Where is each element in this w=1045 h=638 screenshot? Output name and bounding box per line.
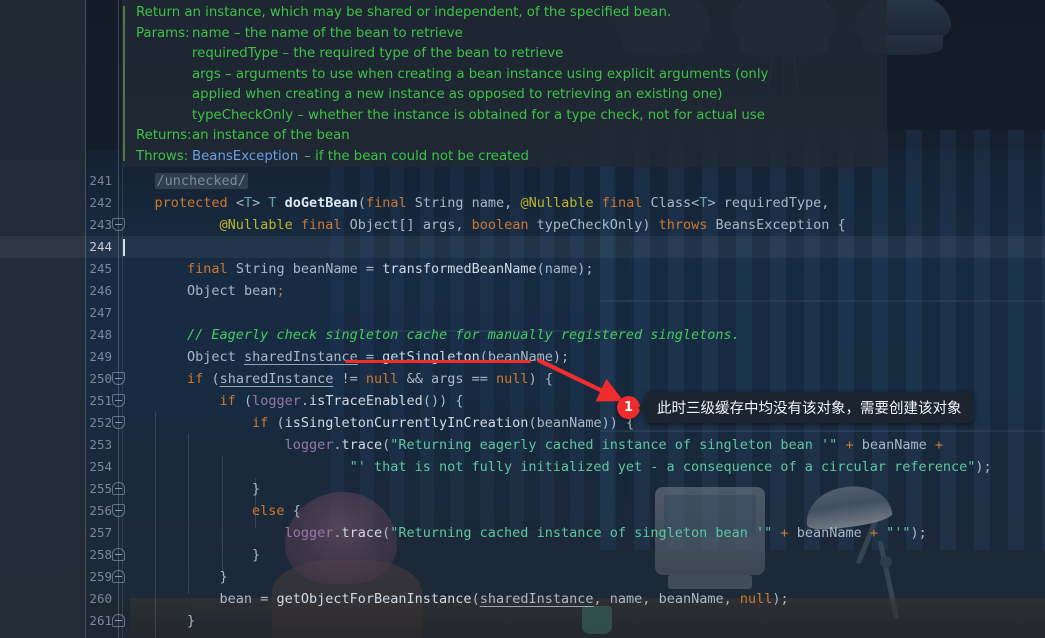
code-line[interactable]: 258 } — [0, 544, 1045, 566]
code-line-text: if (sharedInstance != null && args == nu… — [187, 371, 553, 387]
code-line-text: @Nullable final Object[] args, boolean t… — [219, 217, 846, 233]
code-line[interactable]: 259 } — [0, 566, 1045, 588]
line-number: 254 — [89, 459, 112, 474]
line-number: 260 — [89, 591, 112, 606]
line-number: 246 — [89, 283, 112, 298]
line-number: 244 — [89, 239, 112, 254]
line-number: 259 — [89, 569, 112, 584]
javadoc-tooltip: Return an instance, which may be shared … — [122, 0, 887, 167]
javadoc-params-row: args – arguments to use when creating a … — [136, 65, 881, 86]
code-line-text: final String beanName = transformedBeanN… — [187, 261, 594, 277]
code-line-text: } — [252, 547, 261, 563]
line-number: 253 — [89, 437, 112, 452]
line-number: 247 — [89, 305, 112, 320]
screenshot-root: 241 /unchecked/242 protected <T> T doGet… — [0, 0, 1045, 638]
code-line-text: } — [187, 613, 196, 629]
javadoc-params-row: requiredType – the required type of the … — [136, 44, 881, 65]
javadoc-throws-type: BeansException — [192, 148, 299, 164]
code-line[interactable]: 241 /unchecked/ — [0, 170, 1045, 192]
line-number: 249 — [89, 349, 112, 364]
line-number: 256 — [89, 503, 112, 518]
annotation-callout: 此时三级缓存中均没有该对象，需要创建该对象 — [638, 392, 974, 423]
annotation-underline — [345, 360, 531, 363]
code-line-text: } — [219, 569, 228, 585]
code-line-text: else { — [252, 503, 301, 519]
code-line[interactable]: 242 protected <T> T doGetBean(final Stri… — [0, 192, 1045, 214]
code-line-text: logger.trace("Returning eagerly cached i… — [284, 437, 944, 453]
javadoc-param-1: requiredType – the required type of the … — [192, 46, 564, 61]
line-number: 245 — [89, 261, 112, 276]
line-number: 243 — [89, 217, 112, 232]
javadoc-returns-text: an instance of the bean — [192, 128, 350, 143]
code-line-text: Object bean; — [187, 283, 285, 299]
line-number: 255 — [89, 481, 112, 496]
javadoc-throws-row: Throws: BeansException – if the bean could… — [136, 147, 881, 168]
line-number: 257 — [89, 525, 112, 540]
line-number: 242 — [89, 195, 112, 210]
code-line-text: } — [252, 481, 261, 497]
javadoc-param-4: typeCheckOnly – whether the instance is … — [192, 107, 765, 123]
code-line[interactable]: 261 } — [0, 610, 1045, 632]
javadoc-params-row: applied when creating a new instance as … — [136, 85, 881, 106]
javadoc-param-2: args – arguments to use when creating a … — [192, 66, 769, 82]
line-number: 248 — [89, 327, 112, 342]
javadoc-returns-label: Returns: — [136, 128, 192, 143]
javadoc-param-0: name – the name of the bean to retrieve — [192, 25, 463, 41]
code-line[interactable]: 256 else { — [0, 500, 1045, 522]
javadoc-throws-label: Throws: — [136, 148, 189, 164]
code-line[interactable]: 254 "' that is not fully initialized yet… — [0, 456, 1045, 478]
line-number: 250 — [89, 371, 112, 386]
javadoc-params-row: typeCheckOnly – whether the instance is … — [136, 106, 881, 127]
line-number: 251 — [89, 393, 112, 408]
code-line[interactable]: 260 bean = getObjectForBeanInstance(shar… — [0, 588, 1045, 610]
code-line-text: if (isSingletonCurrentlyInCreation(beanN… — [252, 415, 635, 431]
code-line[interactable]: 248 // Eagerly check singleton cache for… — [0, 324, 1045, 346]
javadoc-param-3: applied when creating a new instance as … — [192, 87, 723, 102]
line-number: 258 — [89, 547, 112, 562]
javadoc-accent-bar — [123, 6, 125, 161]
line-number: 241 — [89, 173, 112, 188]
code-line[interactable]: 244 — [0, 236, 1045, 258]
line-number: 261 — [89, 613, 112, 628]
code-line-text: if (logger.isTraceEnabled()) { — [219, 393, 464, 409]
code-line-text: Object sharedInstance = getSingleton(bea… — [187, 349, 570, 365]
code-line-text: protected <T> T doGetBean(final String n… — [154, 195, 830, 211]
javadoc-params-row: Params: name – the name of the bean to re… — [136, 24, 881, 45]
code-line[interactable]: 257 logger.trace("Returning cached insta… — [0, 522, 1045, 544]
code-line[interactable]: 253 logger.trace("Returning eagerly cach… — [0, 434, 1045, 456]
annotation-badge: 1 — [617, 396, 640, 419]
text-caret — [123, 239, 125, 256]
code-line-text: bean = getObjectForBeanInstance(sharedIn… — [219, 591, 789, 607]
code-line[interactable]: 246 Object bean; — [0, 280, 1045, 302]
code-line-text: /unchecked/ — [154, 173, 248, 189]
javadoc-throws-text: – if the bean could not be created — [304, 148, 529, 164]
code-line-text: "' that is not fully initialized yet - a… — [349, 459, 992, 475]
code-line[interactable]: 247 — [0, 302, 1045, 324]
javadoc-returns-row: Returns:an instance of the bean — [136, 126, 881, 147]
javadoc-params-label: Params: — [136, 25, 190, 41]
line-number: 252 — [89, 415, 112, 430]
code-line[interactable]: 245 final String beanName = transformedB… — [0, 258, 1045, 280]
code-line-text: logger.trace("Returning cached instance … — [284, 525, 927, 541]
code-line[interactable]: 243 @Nullable final Object[] args, boole… — [0, 214, 1045, 236]
code-line-text: // Eagerly check singleton cache for man… — [187, 327, 740, 343]
code-line[interactable]: 255 } — [0, 478, 1045, 500]
javadoc-summary: Return an instance, which may be shared … — [136, 5, 672, 20]
